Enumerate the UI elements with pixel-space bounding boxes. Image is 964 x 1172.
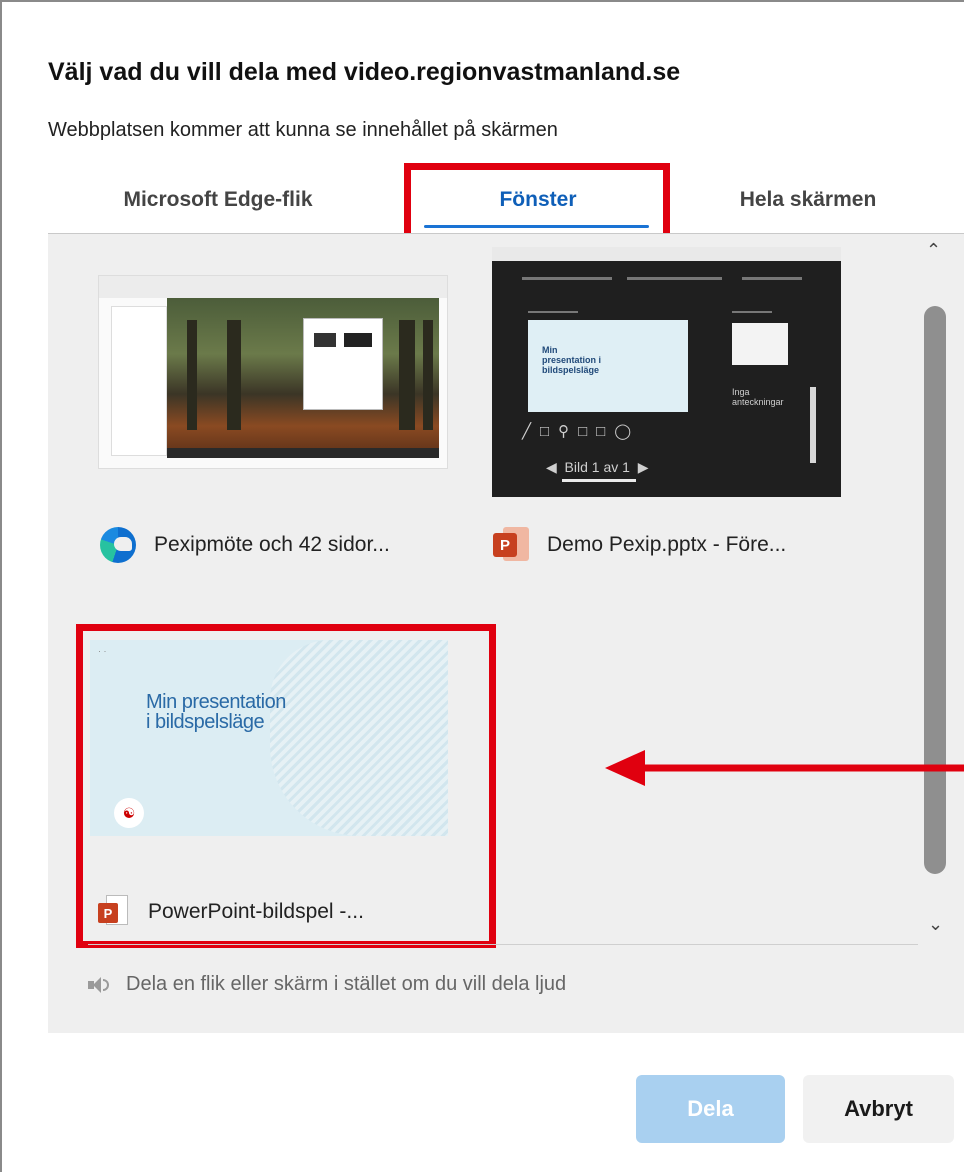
toolbar-line (742, 277, 802, 280)
audio-note: Dela en flik eller skärm i stället om du… (88, 973, 566, 996)
window-thumbnail-presenter-view[interactable]: Min presentation i bildspelsläge Inga an… (492, 247, 841, 497)
toolbar-line (522, 277, 612, 280)
scroll-down-icon[interactable]: ⌄ (928, 914, 943, 935)
powerpoint-icon: P (493, 527, 529, 563)
share-button[interactable]: Dela (636, 1075, 785, 1143)
highlight-box-slideshow (76, 624, 496, 948)
audio-note-text: Dela en flik eller skärm i stället om du… (126, 973, 567, 995)
slide-counter: Bild 1 av 1 (564, 459, 630, 475)
share-dialog-preview (303, 318, 383, 410)
scrollbar-thumb[interactable] (924, 306, 946, 874)
slide-preview-text: Min presentation i bildspelsläge (542, 345, 602, 375)
forest-background-preview (167, 298, 439, 458)
speaker-icon (88, 975, 110, 995)
window-titlebar-preview (492, 247, 841, 261)
notes-preview: Inga anteckningar (732, 387, 784, 407)
progress-bar-preview (562, 479, 636, 482)
toolbar-line (528, 311, 578, 313)
edge-browser-icon (100, 527, 136, 563)
window-thumbnail-edge[interactable] (98, 275, 448, 469)
window-label: Demo Pexip.pptx - Före... (547, 533, 787, 556)
toolbar-line (732, 311, 772, 313)
slide-nav-preview: ◀ Bild 1 av 1 ▶ (546, 459, 649, 475)
browser-sidebar-preview (111, 306, 167, 456)
tab-entire-screen[interactable]: Hela skärmen (688, 175, 928, 225)
tree-shape (399, 320, 415, 430)
next-slide-preview (732, 323, 788, 365)
window-item-edge[interactable]: Pexipmöte och 42 sidor... (100, 527, 390, 563)
tree-shape (423, 320, 433, 430)
dialog-subtitle: Webbplatsen kommer att kunna se innehåll… (48, 119, 558, 141)
meeting-controls-preview (167, 448, 439, 458)
pointer-arrow-icon (605, 750, 964, 786)
scroll-up-icon[interactable]: ⌃ (926, 240, 941, 261)
toolbar-line (627, 277, 722, 280)
window-item-powerpoint-editor[interactable]: P Demo Pexip.pptx - Före... (493, 527, 786, 563)
divider (88, 944, 918, 945)
tree-shape (187, 320, 197, 430)
presenter-tools-preview: ╱□⚲□□◯ (522, 423, 640, 440)
preview-tile (344, 333, 372, 347)
cancel-button[interactable]: Avbryt (803, 1075, 954, 1143)
tree-shape (227, 320, 241, 430)
notes-scrollbar-preview (810, 387, 816, 463)
browser-toolbar-preview (99, 276, 447, 298)
preview-tile (314, 333, 336, 347)
dialog-title: Välj vad du vill dela med video.regionva… (48, 58, 681, 86)
tab-edge-tab[interactable]: Microsoft Edge-flik (88, 175, 348, 225)
window-label: Pexipmöte och 42 sidor... (154, 533, 390, 556)
